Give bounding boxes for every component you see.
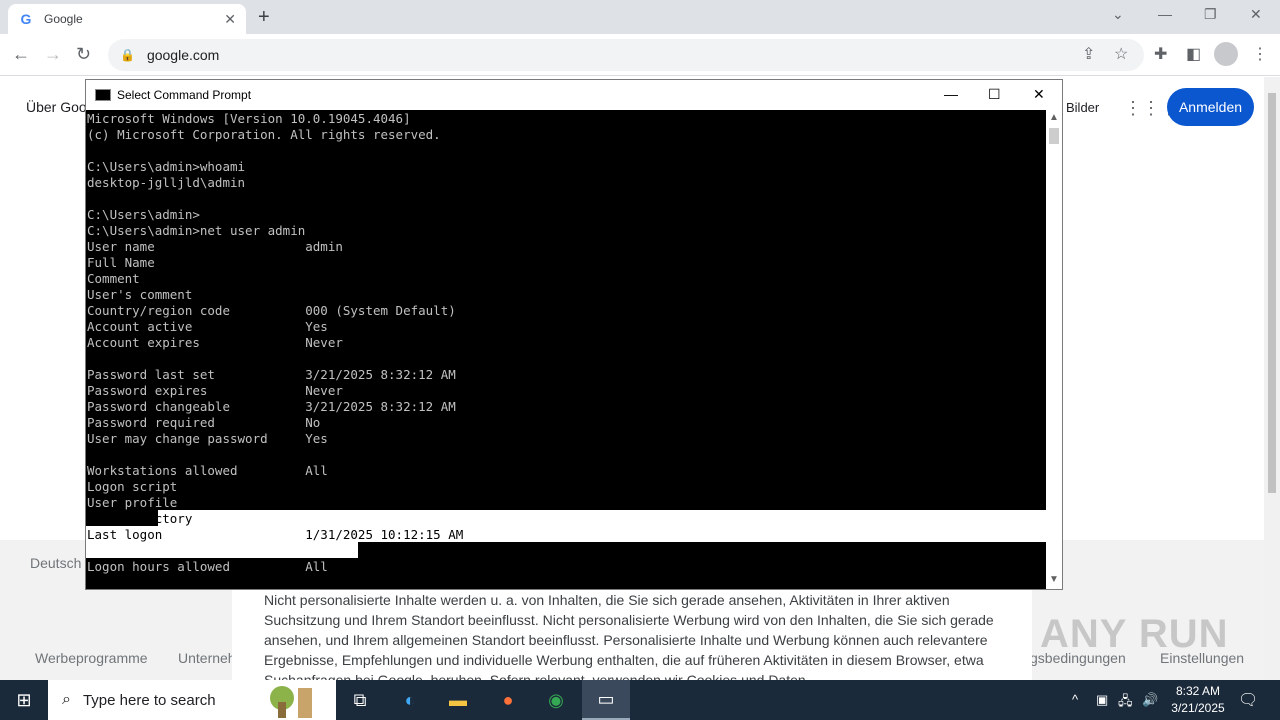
cmd-output-line: desktop-jglljld\admin — [87, 175, 246, 190]
restore-icon[interactable]: ❐ — [1204, 6, 1217, 23]
anyrun-watermark: ANY RUN — [1040, 612, 1229, 656]
device-icon[interactable]: ▣ — [1096, 692, 1108, 708]
file-explorer-icon[interactable]: ▬ — [434, 680, 482, 720]
cmd-maximize-icon[interactable]: ☐ — [988, 86, 1001, 103]
windows-start-icon[interactable]: ⊞ — [0, 680, 48, 720]
reload-icon[interactable]: ↻ — [76, 44, 91, 65]
page-scrollbar-thumb[interactable] — [1268, 93, 1276, 493]
tab-close-icon[interactable]: ✕ — [224, 11, 236, 28]
cmd-output-line: Comment — [87, 271, 140, 286]
tray-overflow-icon[interactable]: ^ — [1072, 692, 1078, 707]
google-favicon-icon: G — [20, 11, 32, 27]
tab-search-icon[interactable]: ⌄ — [1112, 6, 1124, 23]
cmd-output-line: Logon script — [87, 479, 178, 494]
bookmark-star-icon[interactable]: ☆ — [1114, 44, 1128, 64]
cmd-output-line: User profile — [87, 495, 178, 510]
clock-date: 3/21/2025 — [1171, 701, 1225, 715]
forward-icon[interactable]: → — [44, 44, 62, 65]
tab-title: Google — [44, 12, 83, 26]
chrome-icon[interactable]: ◉ — [532, 680, 580, 720]
share-icon[interactable]: ⇪ — [1082, 44, 1095, 64]
cmd-scrollbar[interactable]: ▲ ▼ — [1046, 110, 1062, 589]
lock-icon[interactable]: 🔒 — [120, 48, 135, 62]
browser-tabstrip: G Google ✕ + ⌄ — ❐ ✕ — [0, 0, 1280, 34]
search-placeholder: Type here to search — [82, 691, 216, 709]
cmd-output-line: Home directory — [87, 511, 193, 526]
menu-dots-icon[interactable]: ⋮ — [1252, 44, 1268, 64]
cmd-output-line: Account active Yes — [87, 319, 328, 334]
search-highlight-illustration-icon — [270, 686, 312, 718]
notification-icon[interactable]: 🗨 — [1238, 690, 1258, 710]
extensions-icon[interactable]: ✚ — [1154, 44, 1167, 64]
cmd-output-line: Full Name — [87, 255, 155, 270]
cmd-scrollbar-thumb[interactable] — [1049, 128, 1059, 144]
selection-highlight — [158, 510, 1046, 526]
cmd-output-line: User's comment — [87, 287, 193, 302]
cmd-output-line: Microsoft Windows [Version 10.0.19045.40… — [87, 111, 411, 126]
edge-icon[interactable]: ◐ — [386, 680, 434, 720]
cmd-close-icon[interactable]: ✕ — [1033, 86, 1045, 103]
cmd-titlebar[interactable]: Select Command Prompt — ☐ ✕ — [86, 80, 1062, 110]
region-label: Deutsch — [30, 555, 82, 571]
cmd-app-icon — [95, 89, 111, 101]
cmd-output-line: User name admin — [87, 239, 343, 254]
cmd-taskbar-icon[interactable]: ▭ — [582, 680, 630, 720]
page-scrollbar[interactable] — [1264, 77, 1280, 680]
consent-dialog-text: Nicht personalisierte Inhalte werden u. … — [232, 588, 1032, 680]
cmd-output-line: Workstations allowed All — [87, 463, 328, 478]
signin-button[interactable]: Anmelden — [1167, 88, 1254, 126]
images-link[interactable]: Bilder — [1066, 100, 1099, 115]
volume-icon[interactable]: 🔊 — [1142, 692, 1158, 708]
address-bar[interactable]: 🔒 google.com — [108, 39, 1144, 71]
windows-taskbar: ⊞ ⌕ Type here to search ⧉ ◐ ▬ ● ◉ ▭ ^ ▣ … — [0, 680, 1280, 720]
cmd-output-line: Account expires Never — [87, 335, 343, 350]
scroll-up-icon[interactable]: ▲ — [1049, 112, 1059, 123]
task-view-icon[interactable]: ⧉ — [336, 680, 384, 720]
new-tab-icon[interactable]: + — [258, 6, 270, 29]
selection-highlight — [86, 542, 358, 558]
about-link[interactable]: Über Goo — [26, 99, 87, 115]
cmd-output-line: Country/region code 000 (System Default) — [87, 303, 456, 318]
command-prompt-window[interactable]: Select Command Prompt — ☐ ✕ Microsoft Wi… — [85, 79, 1063, 590]
network-icon[interactable]: 🖧 — [1118, 692, 1133, 714]
url-text: google.com — [146, 47, 220, 63]
tab-google[interactable]: G Google ✕ — [8, 4, 246, 34]
cmd-output-line: C:\Users\admin> — [87, 207, 200, 222]
cmd-console-output[interactable]: Microsoft Windows [Version 10.0.19045.40… — [86, 110, 1046, 589]
cmd-output-line: Password required No — [87, 415, 321, 430]
cmd-output-line: C:\Users\admin>whoami — [87, 159, 246, 174]
cmd-output-line: Password last set 3/21/2025 8:32:12 AM — [87, 367, 456, 382]
cmd-output-line: Last logon 1/31/2025 10:12:15 AM — [87, 527, 464, 542]
cmd-output-line: C:\Users\admin>net user admin — [87, 223, 306, 238]
cmd-output-line: Password expires Never — [87, 383, 343, 398]
cmd-output-line: (c) Microsoft Corporation. All rights re… — [87, 127, 441, 142]
profile-avatar[interactable] — [1214, 42, 1238, 66]
side-panel-icon[interactable]: ◧ — [1186, 44, 1201, 64]
cmd-minimize-icon[interactable]: — — [944, 86, 958, 102]
browser-toolbar: ← → ↻ 🔒 google.com ⇪ ☆ ✚ ◧ ⋮ — [0, 34, 1280, 76]
cmd-output-line: Password changeable 3/21/2025 8:32:12 AM — [87, 399, 456, 414]
scroll-down-icon[interactable]: ▼ — [1049, 574, 1059, 585]
firefox-icon[interactable]: ● — [484, 680, 532, 720]
footer-link-advertising[interactable]: Werbeprogramme — [35, 650, 148, 666]
cmd-output-line: Logon hours allowed All — [87, 559, 328, 574]
minimize-icon[interactable]: — — [1158, 6, 1172, 22]
cmd-window-title: Select Command Prompt — [117, 88, 252, 102]
taskbar-clock[interactable]: 8:32 AM 3/21/2025 — [1160, 683, 1236, 717]
search-icon: ⌕ — [62, 691, 71, 708]
clock-time: 8:32 AM — [1175, 684, 1221, 698]
back-icon[interactable]: ← — [12, 44, 30, 65]
close-icon[interactable]: ✕ — [1250, 6, 1262, 23]
cmd-output-line: User may change password Yes — [87, 431, 328, 446]
